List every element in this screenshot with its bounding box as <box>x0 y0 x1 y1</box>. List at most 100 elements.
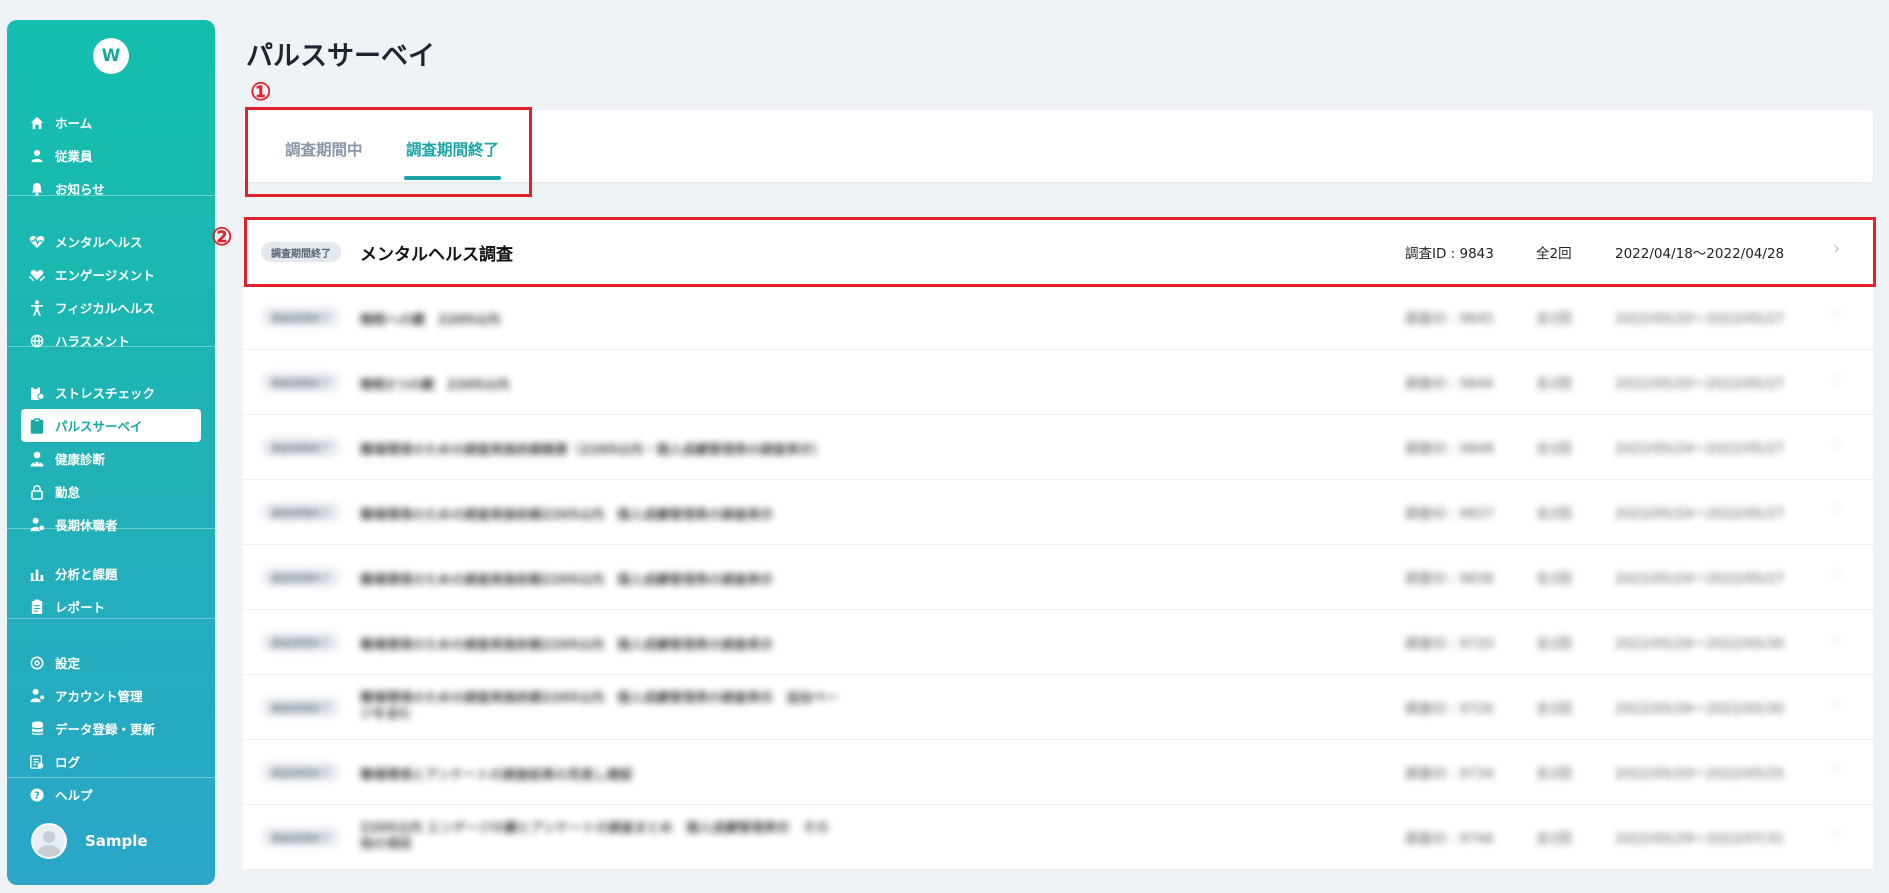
sidebar-item[interactable]: エンゲージメント <box>7 258 215 291</box>
sidebar-item[interactable]: ? ヘルプ <box>7 778 215 811</box>
survey-count: 全2回 <box>1536 701 1572 717</box>
sidebar-item[interactable]: メンタルヘルス <box>7 225 215 258</box>
chevron-right-icon[interactable]: › <box>1833 303 1840 324</box>
nav-group: ストレスチェックパルスサーベイ健康診断勤怠長期休職者 <box>7 376 215 541</box>
page-title: パルスサーベイ <box>246 41 435 72</box>
chevron-right-icon[interactable]: › <box>1833 563 1840 584</box>
sidebar-divider <box>7 528 215 529</box>
survey-count: 全2回 <box>1536 766 1572 782</box>
chevron-right-icon[interactable]: › <box>1833 628 1840 649</box>
sidebar-item-label: 長期休職者 <box>55 518 118 533</box>
person-icon <box>29 148 45 164</box>
database-icon <box>29 721 45 737</box>
sidebar-item[interactable]: ハラスメント <box>7 324 215 357</box>
survey-id: 調査ID : 9746 <box>1405 831 1494 847</box>
sidebar-item[interactable]: 従業員 <box>7 139 215 172</box>
survey-id: 調査ID : 9726 <box>1405 701 1494 717</box>
chevron-right-icon[interactable]: › <box>1833 693 1840 714</box>
annotation-box-2 <box>244 217 1876 287</box>
account-icon <box>29 688 45 704</box>
sidebar-item[interactable]: パルスサーベイ <box>21 409 201 442</box>
survey-title: 職場環境のための調査実施依頼2205以内 個人成績管理表の調査表示 追加ページを… <box>360 691 839 722</box>
sidebar-item-label: 勤怠 <box>55 485 81 500</box>
survey-id: 調査ID : 9846 <box>1405 376 1494 392</box>
chevron-right-icon[interactable]: › <box>1833 368 1840 389</box>
survey-row[interactable]: 調査期間終了 職場環境のための調査実施依頼概要（2205以内・個人成績管理表の調査… <box>243 415 1873 480</box>
survey-row[interactable]: 調査期間終了 職場環境とアンケートの調査結果の見直し確認 調査ID : 9734 全2… <box>243 740 1873 805</box>
home-icon <box>29 115 45 131</box>
sidebar-item-label: ストレスチェック <box>55 386 156 401</box>
survey-row[interactable]: 調査期間終了 睡眠2つの鍵 2205以内 調査ID : 9846 全2回 2022/05… <box>243 350 1873 415</box>
chevron-right-icon[interactable]: › <box>1833 498 1840 519</box>
sidebar-item-label: エンゲージメント <box>55 268 155 283</box>
sidebar-item[interactable]: ホーム <box>7 106 215 139</box>
survey-id: 調査ID : 9837 <box>1405 506 1494 522</box>
bar-chart-icon <box>29 566 45 582</box>
survey-title: 睡眠2つの鍵 2205以内 <box>360 378 510 393</box>
status-badge: 調査期間終了 <box>261 372 341 392</box>
survey-title: 職場環境のための調査実施依頼2205以内 個人成績管理表の調査表示 <box>360 508 774 523</box>
sidebar-item[interactable]: 健康診断 <box>7 442 215 475</box>
user-name: Sample <box>85 832 148 850</box>
status-badge: 調査期間終了 <box>261 502 341 522</box>
survey-period: 2022/05/20〜2022/05/27 <box>1615 311 1785 327</box>
chevron-right-icon[interactable]: › <box>1833 433 1840 454</box>
status-badge: 調査期間終了 <box>261 307 341 327</box>
survey-row[interactable]: 調査期間終了 2205以内 エンゲージの鍵とアンケートの調査まとめ 個人成績管理表… <box>243 805 1873 870</box>
sidebar-item-label: ヘルプ <box>55 788 93 803</box>
annotation-2: ② <box>211 222 233 251</box>
sidebar-divider <box>7 777 215 778</box>
survey-period: 2022/05/26〜2022/05/30 <box>1615 701 1785 717</box>
lock-icon <box>29 484 45 500</box>
person-away-icon <box>29 517 45 533</box>
sidebar-item-label: 設定 <box>55 656 81 671</box>
survey-count: 全2回 <box>1536 506 1572 522</box>
sidebar-item-label: 従業員 <box>55 149 93 164</box>
status-badge: 調査期間終了 <box>261 567 341 587</box>
survey-period: 2022/05/24〜2022/05/27 <box>1615 506 1785 522</box>
sidebar-item-label: 健康診断 <box>55 452 106 467</box>
settings-icon <box>29 655 45 671</box>
survey-row[interactable]: 調査期間終了 職場環境のための調査実施依頼2205以内 個人成績管理表の調査表示 調… <box>243 545 1873 610</box>
sidebar-item[interactable]: 分析と課題 <box>7 557 215 590</box>
doctor-icon <box>29 451 45 467</box>
status-badge: 調査期間終了 <box>261 437 341 457</box>
sidebar-item-label: アカウント管理 <box>55 689 143 704</box>
user-profile[interactable]: Sample <box>31 823 148 859</box>
survey-row[interactable]: 調査期間終了 職場環境のための調査実施依頼2205以内 個人成績管理表の調査表示 調… <box>243 610 1873 675</box>
sidebar-divider <box>7 618 215 619</box>
report-icon <box>29 599 45 615</box>
sidebar-item[interactable]: 設定 <box>7 646 215 679</box>
sidebar-item[interactable]: 勤怠 <box>7 475 215 508</box>
sidebar-item-label: データ登録・更新 <box>55 722 156 737</box>
survey-title: 職場環境のための調査実施依頼概要（2205以内・個人成績管理表の調査表示） <box>360 443 826 458</box>
survey-count: 全2回 <box>1536 636 1572 652</box>
survey-row[interactable]: 調査期間終了 職場環境のための調査実施依頼2205以内 個人成績管理表の調査表示 … <box>243 675 1873 740</box>
chevron-right-icon[interactable]: › <box>1833 758 1840 779</box>
sidebar-item[interactable]: ストレスチェック <box>7 376 215 409</box>
sidebar-item-label: フィジカルヘルス <box>55 301 155 316</box>
log-icon <box>29 754 45 770</box>
survey-row[interactable]: 調査期間終了 睡眠への鍵 2205以内 調査ID : 9845 全2回 2022/05/… <box>243 285 1873 350</box>
avatar <box>31 823 67 859</box>
annotation-1: ① <box>250 77 272 106</box>
sidebar-item[interactable]: データ登録・更新 <box>7 712 215 745</box>
heart-hands-icon <box>29 267 45 283</box>
sidebar-divider <box>7 195 215 196</box>
survey-count: 全2回 <box>1536 311 1572 327</box>
chevron-right-icon[interactable]: › <box>1833 823 1840 844</box>
nav-group: 分析と課題レポート <box>7 557 215 623</box>
sidebar-item[interactable]: フィジカルヘルス <box>7 291 215 324</box>
sidebar-item-label: ハラスメント <box>55 334 130 349</box>
sidebar-item[interactable]: 長期休職者 <box>7 508 215 541</box>
survey-title: 職場環境とアンケートの調査結果の見直し確認 <box>360 768 633 783</box>
sidebar: W ホーム従業員お知らせメンタルヘルスエンゲージメント フィジカルヘルス ハラスメン… <box>7 20 215 885</box>
sidebar-item-label: レポート <box>55 600 106 615</box>
survey-title: 職場環境のための調査実施依頼2205以内 個人成績管理表の調査表示 <box>360 573 774 588</box>
sidebar-item[interactable]: ログ <box>7 745 215 778</box>
sidebar-item[interactable]: お知らせ <box>7 172 215 205</box>
sidebar-item[interactable]: アカウント管理 <box>7 679 215 712</box>
logo[interactable]: W <box>93 38 129 74</box>
survey-title: 2205以内 エンゲージの鍵とアンケートの調査まとめ 個人成績管理表示 その他の… <box>360 821 829 852</box>
survey-row[interactable]: 調査期間終了 職場環境のための調査実施依頼2205以内 個人成績管理表の調査表示 調… <box>243 480 1873 545</box>
